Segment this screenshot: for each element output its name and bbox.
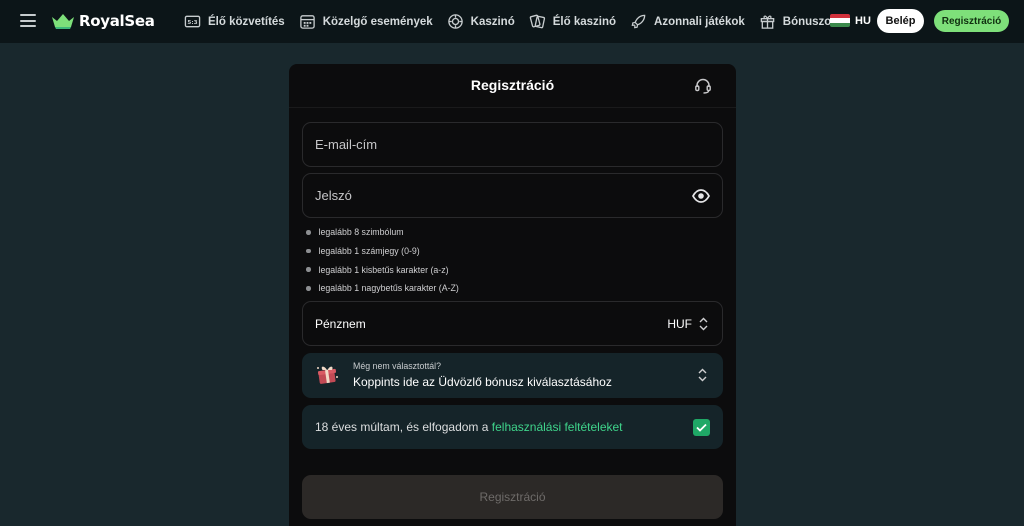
- bonus-label: Koppints ide az Üdvözlő bónusz kiválaszt…: [353, 375, 612, 389]
- gift-box-icon: [317, 366, 338, 384]
- svg-text:5:3: 5:3: [187, 20, 197, 26]
- language-code: HU: [855, 14, 871, 27]
- nav-upcoming-label: Közelgő események: [322, 15, 433, 28]
- password-rules: legalább 8 szimbólum legalább 1 számjegy…: [306, 223, 459, 298]
- chevron-up-down-icon: [699, 317, 708, 331]
- password-rule: legalább 1 kisbetűs karakter (a-z): [306, 260, 459, 279]
- terms-agreement: 18 éves múltam, és elfogadom a felhaszná…: [302, 405, 723, 449]
- chevron-up-down-icon: [698, 368, 707, 382]
- nav-casino-label: Kaszinó: [470, 15, 515, 28]
- nav-live-label: Élő közvetítés: [208, 15, 285, 28]
- bonus-hint: Még nem választottál?: [353, 361, 442, 371]
- nav-casino[interactable]: Kaszinó: [447, 13, 515, 30]
- password-rule: legalább 1 nagybetűs karakter (A-Z): [306, 279, 459, 298]
- password-rule-text: legalább 1 számjegy (0-9): [318, 246, 420, 257]
- password-field[interactable]: [302, 173, 723, 218]
- nav-bonuses[interactable]: Bónuszok: [759, 13, 838, 30]
- bullet-dot-icon: [306, 267, 311, 272]
- currency-select[interactable]: Pénznem HUF: [302, 301, 723, 346]
- nav-live[interactable]: 5:3 Élő közvetítés: [184, 13, 285, 30]
- password-rule-text: legalább 8 szimbólum: [318, 227, 404, 238]
- password-rule-text: legalább 1 nagybetűs karakter (A-Z): [318, 283, 459, 294]
- hungary-flag-icon: [830, 14, 850, 27]
- scoreboard-icon: 5:3: [184, 15, 201, 28]
- submit-registration-button[interactable]: Regisztráció: [302, 475, 723, 519]
- brand-name: RoyalSea: [79, 12, 155, 30]
- nav-upcoming[interactable]: Közelgő események: [299, 13, 433, 30]
- nav-instant-games[interactable]: Azonnali játékok: [630, 13, 745, 30]
- gift-icon: [760, 15, 775, 29]
- bullet-dot-icon: [306, 286, 311, 291]
- checkmark-icon: [696, 423, 707, 432]
- currency-value: HUF: [667, 317, 692, 331]
- terms-checkbox[interactable]: [693, 419, 710, 436]
- currency-label: Pénznem: [315, 317, 366, 331]
- language-selector[interactable]: HU: [830, 14, 871, 27]
- main-nav: 5:3 Élő közvetítés Közelgő események Kas…: [184, 0, 852, 43]
- nav-live-casino[interactable]: Élő kaszinó: [529, 13, 616, 30]
- playing-cards-icon: [529, 14, 545, 29]
- top-navigation-bar: RoyalSea 5:3 Élő közvetítés Közelgő esem…: [0, 0, 1024, 43]
- welcome-bonus-selector[interactable]: Még nem választottál? Koppints ide az Üd…: [302, 353, 723, 398]
- eye-icon[interactable]: [692, 188, 710, 204]
- calendar-icon: [299, 15, 315, 29]
- nav-live-casino-label: Élő kaszinó: [552, 15, 617, 28]
- nav-instant-games-label: Azonnali játékok: [654, 15, 745, 28]
- modal-title: Regisztráció: [470, 77, 555, 93]
- password-rule-text: legalább 1 kisbetűs karakter (a-z): [318, 264, 449, 275]
- terms-link[interactable]: felhasználási feltételeket: [492, 420, 623, 434]
- login-button[interactable]: Belép: [877, 9, 924, 33]
- brand-logo[interactable]: RoyalSea: [51, 12, 155, 30]
- terms-text: 18 éves múltam, és elfogadom a felhaszná…: [315, 420, 623, 434]
- bullet-dot-icon: [306, 248, 311, 254]
- crown-logo-icon: [52, 14, 74, 29]
- email-input[interactable]: [303, 123, 722, 166]
- rocket-icon: [631, 14, 646, 29]
- password-input[interactable]: [303, 174, 722, 217]
- terms-statement: 18 éves múltam, és elfogadom a: [315, 420, 492, 434]
- register-button[interactable]: Regisztráció: [934, 10, 1009, 32]
- password-rule: legalább 1 számjegy (0-9): [306, 242, 459, 261]
- headset-support-icon[interactable]: [693, 76, 713, 96]
- modal-header: Regisztráció: [289, 64, 736, 108]
- bullet-dot-icon: [306, 230, 311, 235]
- hamburger-menu-icon[interactable]: [20, 14, 36, 27]
- password-rule: legalább 8 szimbólum: [306, 223, 459, 242]
- casino-chip-icon: [447, 14, 463, 29]
- registration-modal: Regisztráció legalább 8 szimbólum legalá…: [289, 64, 736, 526]
- email-field[interactable]: [302, 122, 723, 167]
